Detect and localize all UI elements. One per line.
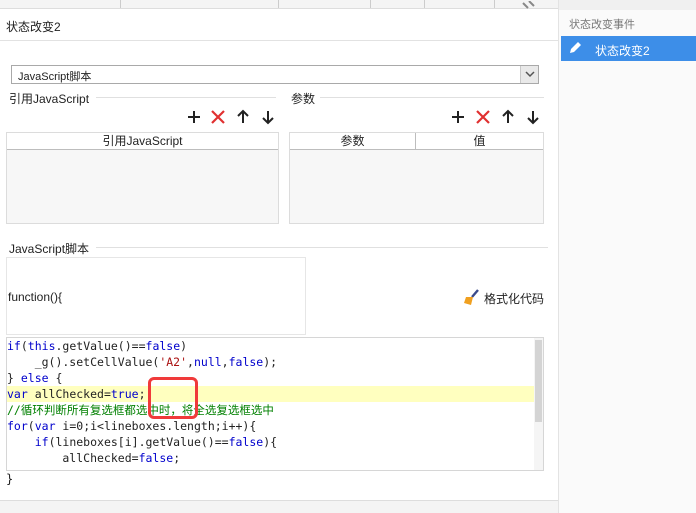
code-line-1: if(this.getValue()==false) bbox=[7, 339, 188, 353]
function-header-box: function(){ bbox=[6, 257, 306, 335]
table-header: 引用JavaScript bbox=[7, 133, 278, 150]
plus-icon[interactable] bbox=[450, 109, 466, 125]
panel-top-bar bbox=[559, 0, 696, 10]
delete-x-icon[interactable] bbox=[475, 109, 491, 125]
editor-content: JavaScript脚本 引用JavaScript 引用JavaScript 参… bbox=[0, 41, 558, 500]
params-table: 参数 值 bbox=[289, 132, 544, 224]
highlight-callout-box bbox=[148, 377, 198, 419]
ref-js-table: 引用JavaScript bbox=[6, 132, 279, 224]
broom-icon bbox=[464, 289, 479, 305]
format-code-label: 格式化代码 bbox=[484, 292, 545, 306]
ref-js-section-title: 引用JavaScript bbox=[9, 92, 90, 106]
arrow-up-icon[interactable] bbox=[500, 109, 516, 125]
function-header: function(){ bbox=[8, 290, 63, 304]
chevron-down-icon[interactable] bbox=[520, 66, 538, 83]
arrow-down-icon[interactable] bbox=[260, 109, 276, 125]
pencil-icon bbox=[570, 42, 581, 53]
arrow-up-icon[interactable] bbox=[235, 109, 251, 125]
code-line-5: //循环判断所有复选框都选中时，将全选复选框选中 bbox=[7, 403, 274, 417]
scrollbar-thumb[interactable] bbox=[535, 340, 542, 422]
event-item-label: 状态改变2 bbox=[595, 44, 650, 58]
code-editor[interactable]: if(this.getValue()==false) _g().setCellV… bbox=[6, 337, 544, 471]
column-header: 值 bbox=[473, 134, 486, 148]
column-header: 参数 bbox=[290, 133, 416, 150]
delete-x-icon[interactable] bbox=[210, 109, 226, 125]
plus-icon[interactable] bbox=[186, 109, 202, 125]
code-line-3: } else { bbox=[7, 371, 63, 385]
event-title: 状态改变2 bbox=[6, 20, 61, 34]
code-line-2: _g().setCellValue('A2',null,false); bbox=[7, 355, 278, 369]
divider bbox=[320, 97, 544, 98]
closing-brace: } bbox=[6, 472, 14, 486]
top-strip bbox=[0, 0, 558, 9]
script-type-select[interactable]: JavaScript脚本 bbox=[11, 65, 539, 84]
table-header: 参数 值 bbox=[290, 133, 543, 150]
bottom-strip bbox=[0, 500, 558, 513]
arrow-down-icon[interactable] bbox=[525, 109, 541, 125]
code-scrollbar[interactable] bbox=[534, 338, 543, 470]
divider bbox=[96, 97, 276, 98]
event-list-panel: 状态改变事件 状态改变2 bbox=[558, 0, 696, 513]
event-category-label: 状态改变事件 bbox=[569, 19, 635, 31]
divider bbox=[96, 247, 548, 248]
code-line-7: if(lineboxes[i].getValue()==false){ bbox=[34, 435, 278, 449]
params-section-title: 参数 bbox=[291, 92, 316, 106]
script-type-value: JavaScript脚本 bbox=[18, 71, 92, 83]
code-line-4: var allChecked=true; bbox=[7, 386, 535, 402]
code-line-6: for(var i=0;i<lineboxes.length;i++){ bbox=[7, 419, 257, 433]
column-header: 引用JavaScript bbox=[102, 134, 183, 148]
js-section-title: JavaScript脚本 bbox=[9, 242, 90, 256]
event-header: 状态改变2 bbox=[0, 9, 558, 41]
code-line-8: allChecked=false; bbox=[7, 451, 181, 465]
event-editor-panel: 状态改变2 JavaScript脚本 引用JavaScript 引用JavaSc… bbox=[0, 0, 558, 513]
event-item-selected[interactable]: 状态改变2 bbox=[561, 36, 696, 61]
